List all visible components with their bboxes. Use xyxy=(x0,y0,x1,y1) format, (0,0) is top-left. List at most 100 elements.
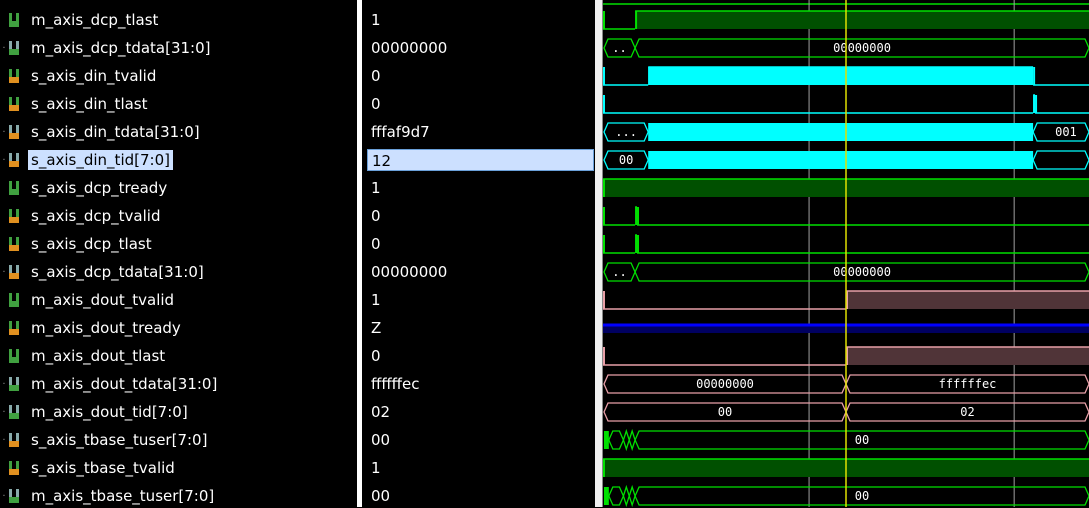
expand-bullet[interactable]: · xyxy=(0,155,8,166)
signal-name-row[interactable]: m_axis_dout_tlast xyxy=(0,344,357,368)
signal-name: s_axis_din_tdata[31:0] xyxy=(31,123,200,141)
bus-value-segment xyxy=(628,428,636,452)
signal-name-row[interactable]: · m_axis_tbase_tuser[7:0] xyxy=(0,484,357,508)
signal-value-row[interactable]: 12 xyxy=(367,148,594,172)
signal-value: 0 xyxy=(371,67,381,85)
expand-bullet[interactable]: · xyxy=(0,127,8,138)
signal-value-row[interactable]: 1 xyxy=(367,288,594,312)
bus-value-segment xyxy=(622,428,630,452)
signal-value-panel: 1 00000000 0 0 fffaf9d7 12 1 0 0 00000000 1 Z 0 fffff… xyxy=(362,0,595,507)
signal-value-row[interactable]: 1 xyxy=(367,8,594,32)
signal-value-row[interactable]: 00000000 xyxy=(367,36,594,60)
expand-bullet[interactable]: · xyxy=(0,435,8,446)
signal-name-row[interactable]: m_axis_dout_tready xyxy=(0,316,357,340)
signal-name-row[interactable]: s_axis_dcp_tvalid xyxy=(0,204,357,228)
signal-name-row[interactable]: · s_axis_tbase_tuser[7:0] xyxy=(0,428,357,452)
signal-name-row[interactable]: s_axis_dcp_tready xyxy=(0,176,357,200)
signal-name-row[interactable]: · s_axis_din_tid[7:0] xyxy=(0,148,357,172)
bus-value-segment xyxy=(628,484,636,507)
bus-value-label: 00000000 xyxy=(833,41,891,55)
signal-name-row[interactable]: s_axis_tbase_tvalid xyxy=(0,456,357,480)
signal-value-row[interactable]: 1 xyxy=(367,176,594,200)
signal-name: s_axis_din_tlast xyxy=(31,95,148,113)
high-level-fill xyxy=(846,347,1089,365)
bit-signal-icon xyxy=(8,293,21,307)
signal-value-row[interactable]: fffaf9d7 xyxy=(367,120,594,144)
bus-value-label: 001 xyxy=(1055,125,1077,139)
signal-value-row[interactable]: Z xyxy=(367,316,594,340)
expand-bullet[interactable]: · xyxy=(0,491,8,502)
signal-value: 00000000 xyxy=(371,263,448,281)
signal-value: fffaf9d7 xyxy=(371,123,430,141)
signal-value-row[interactable]: 0 xyxy=(367,232,594,256)
signal-name-row[interactable]: · m_axis_dcp_tdata[31:0] xyxy=(0,36,357,60)
signal-value-row[interactable]: 1 xyxy=(367,456,594,480)
signal-name: s_axis_dcp_tdata[31:0] xyxy=(31,263,204,281)
bus-value-label: 02 xyxy=(960,405,974,419)
bus-value-label: ... xyxy=(615,125,637,139)
bit-signal-icon xyxy=(8,321,21,335)
signal-name: m_axis_dout_tlast xyxy=(31,347,166,365)
bus-signal-icon xyxy=(8,377,21,391)
signal-value-row[interactable]: 0 xyxy=(367,344,594,368)
signal-value-row[interactable]: 0 xyxy=(367,64,594,88)
bus-signal-icon xyxy=(8,265,21,279)
dense-transition-fill xyxy=(604,431,609,449)
signal-value: 1 xyxy=(371,11,381,29)
signal-value: 0 xyxy=(371,235,381,253)
signal-value-row[interactable]: 00 xyxy=(367,484,594,508)
expand-bullet[interactable]: · xyxy=(0,379,8,390)
signal-name-row[interactable]: s_axis_din_tvalid xyxy=(0,64,357,88)
signal-name: s_axis_tbase_tvalid xyxy=(31,459,175,477)
signal-value-row[interactable]: 02 xyxy=(367,400,594,424)
signal-name: s_axis_dcp_tlast xyxy=(31,235,152,253)
signal-value-row[interactable]: 0 xyxy=(367,204,594,228)
bus-value-label: 00000000 xyxy=(833,265,891,279)
signal-value: 00 xyxy=(371,431,391,449)
signal-value-row[interactable]: 00000000 xyxy=(367,260,594,284)
waveform-panel[interactable]: .. 00000000... 001 00.. 00000000 00000000 ffff… xyxy=(603,0,1089,507)
bit-signal-icon xyxy=(8,97,21,111)
dense-transition-fill xyxy=(648,123,1034,141)
signal-value-row[interactable]: ffffffec xyxy=(367,372,594,396)
dense-transition-fill xyxy=(648,151,1034,169)
signal-name: m_axis_dout_tid[7:0] xyxy=(31,403,188,421)
signal-value: ffffffec xyxy=(371,375,420,393)
signal-name-row[interactable]: s_axis_din_tlast xyxy=(0,92,357,116)
signal-name-row[interactable]: s_axis_dcp_tlast xyxy=(0,232,357,256)
signal-name: m_axis_dcp_tlast xyxy=(31,11,159,29)
signal-value: 00 xyxy=(371,487,391,505)
signal-name-row[interactable]: · s_axis_din_tdata[31:0] xyxy=(0,120,357,144)
bus-signal-icon xyxy=(8,489,21,503)
signal-name: m_axis_dout_tready xyxy=(31,319,181,337)
bus-value-label: .. xyxy=(612,41,626,55)
bit-signal-icon xyxy=(8,237,21,251)
bus-value-label: 00000000 xyxy=(696,377,754,391)
expand-bullet[interactable]: · xyxy=(0,43,8,54)
signal-value: 1 xyxy=(371,179,381,197)
bus-value-label: 00 xyxy=(855,489,869,503)
signal-name-row[interactable]: m_axis_dcp_tlast xyxy=(0,8,357,32)
signal-name: m_axis_dcp_tdata[31:0] xyxy=(31,39,211,57)
signal-name-row[interactable]: · m_axis_dout_tdata[31:0] xyxy=(0,372,357,396)
bus-value-label: 00 xyxy=(718,405,732,419)
signal-value-row[interactable]: 0 xyxy=(367,92,594,116)
signal-value: 0 xyxy=(371,95,381,113)
bit-signal-icon xyxy=(8,461,21,475)
signal-name: s_axis_tbase_tuser[7:0] xyxy=(31,431,208,449)
signal-value: 1 xyxy=(371,291,381,309)
signal-name-row[interactable]: · s_axis_dcp_tdata[31:0] xyxy=(0,260,357,284)
panel-splitter[interactable] xyxy=(595,0,603,507)
dense-transition-fill xyxy=(604,487,609,505)
signal-name-row[interactable]: m_axis_dout_tvalid xyxy=(0,288,357,312)
bit-signal-icon xyxy=(8,209,21,223)
expand-bullet[interactable]: · xyxy=(0,267,8,278)
signal-name: m_axis_dout_tdata[31:0] xyxy=(31,375,218,393)
signal-name-row[interactable]: · m_axis_dout_tid[7:0] xyxy=(0,400,357,424)
bus-signal-icon xyxy=(8,433,21,447)
signal-name-panel: m_axis_dcp_tlast · m_axis_dcp_tdata[31:0… xyxy=(0,0,357,507)
expand-bullet[interactable]: · xyxy=(0,407,8,418)
signal-value: 12 xyxy=(367,149,594,171)
high-level-fill xyxy=(648,67,1034,85)
signal-value-row[interactable]: 00 xyxy=(367,428,594,452)
